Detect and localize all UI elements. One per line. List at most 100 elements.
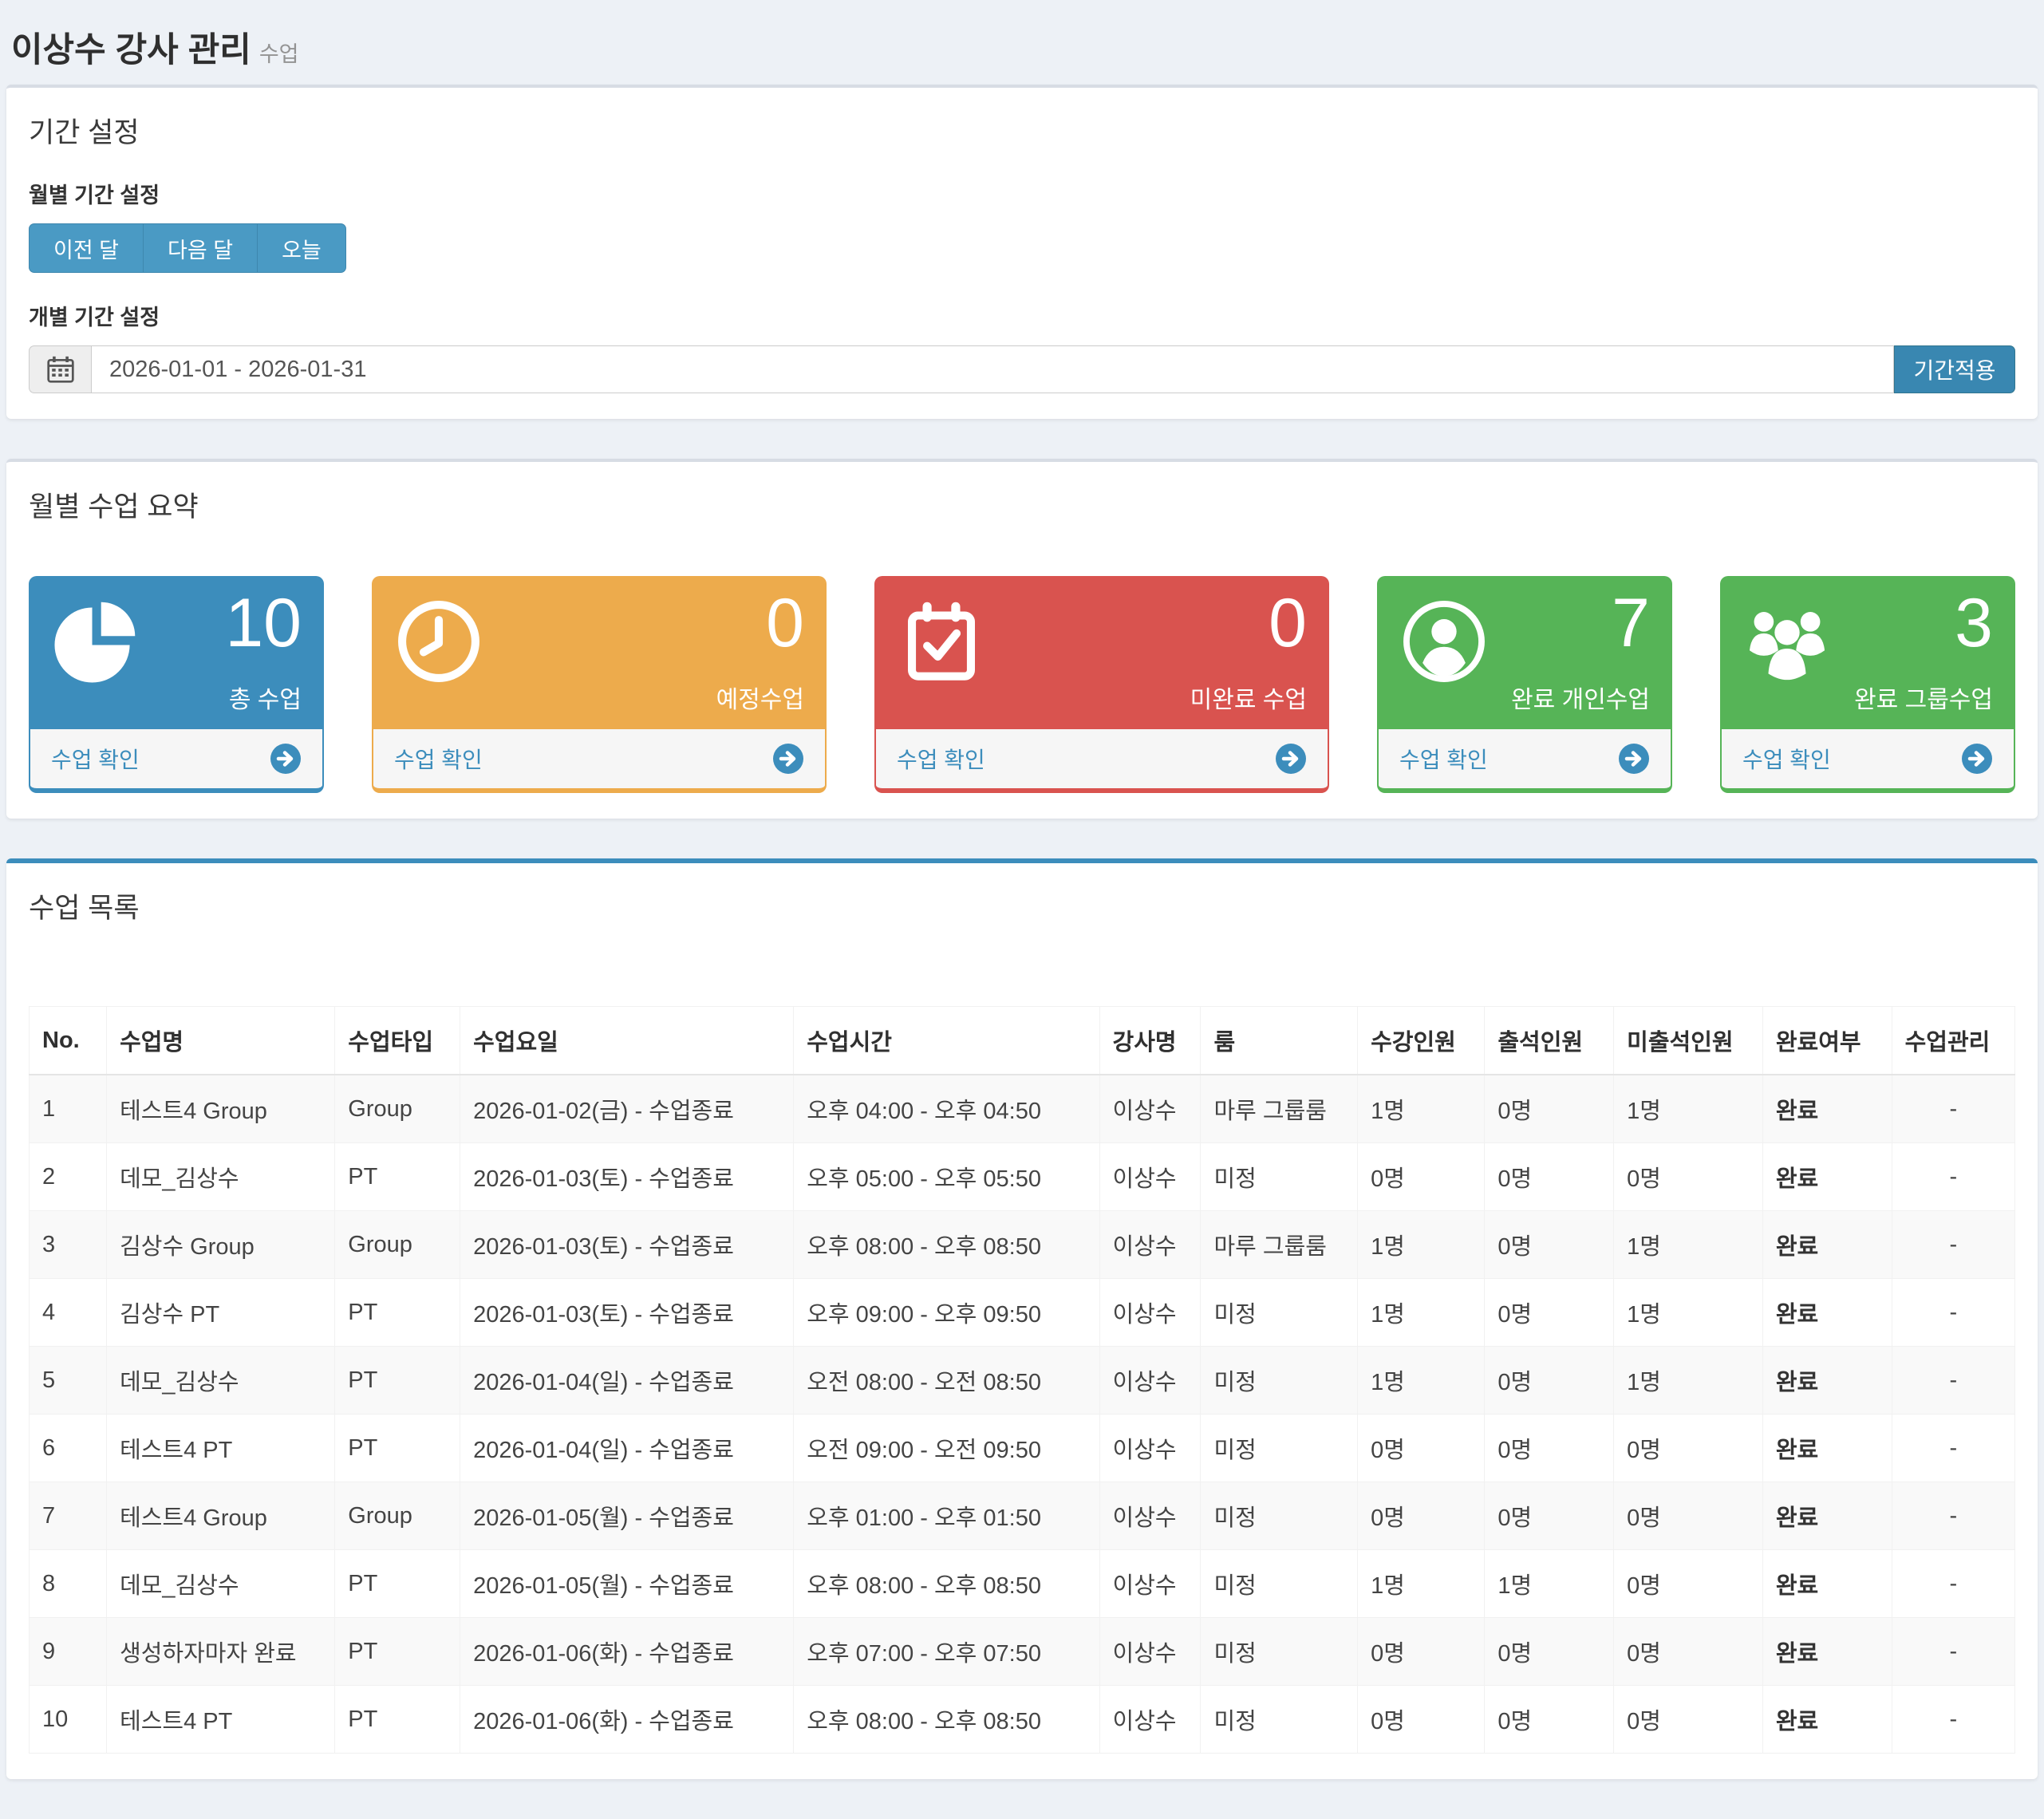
table-cell: 마루 그룹룸 [1201,1075,1358,1143]
table-cell: 6 [30,1415,107,1482]
table-row: 10테스트4 PTPT2026-01-06(화) - 수업종료오후 08:00 … [30,1686,2015,1754]
summary-card: 0 미완료 수업 수업 확인 [874,576,1329,793]
column-header: 룸 [1201,1007,1358,1075]
arrow-circle-right-icon[interactable] [772,743,804,775]
table-row: 2데모_김상수PT2026-01-03(토) - 수업종료오후 05:00 - … [30,1143,2015,1211]
column-header: 미출석인원 [1614,1007,1763,1075]
table-cell: 0명 [1614,1415,1763,1482]
arrow-circle-right-icon[interactable] [1275,743,1307,775]
apply-period-button[interactable]: 기간적용 [1894,345,2015,393]
class-list-panel: 수업 목록 No.수업명수업타입수업요일수업시간강사명룸수강인원출석인원미출석인… [6,858,2038,1779]
table-cell: 이상수 [1099,1075,1201,1143]
table-cell: 0명 [1485,1347,1614,1415]
summary-card: 10 총 수업 수업 확인 [29,576,324,793]
view-classes-link[interactable]: 수업 확인 [1742,743,1831,775]
total-classes-card-body: 10 총 수업 [30,578,322,729]
monthly-period-label: 월별 기간 설정 [29,178,2015,209]
table-cell: 2026-01-03(토) - 수업종료 [460,1211,794,1279]
table-cell: 0명 [1358,1143,1485,1211]
table-cell: 0명 [1485,1075,1614,1143]
person-icon [1399,597,1489,686]
column-header: 수업시간 [794,1007,1099,1075]
table-cell: 오전 09:00 - 오전 09:50 [794,1415,1099,1482]
table-cell: 테스트4 PT [107,1415,335,1482]
scheduled-classes-label: 예정수업 [716,680,804,715]
table-cell: PT [335,1415,460,1482]
table-cell: 7 [30,1482,107,1550]
table-row: 9생성하자마자 완료PT2026-01-06(화) - 수업종료오후 07:00… [30,1618,2015,1686]
table-cell: - [1892,1686,2014,1754]
calendar-check-icon [897,597,986,686]
table-cell: - [1892,1075,2014,1143]
table-cell: 0명 [1358,1686,1485,1754]
view-classes-link[interactable]: 수업 확인 [897,743,985,775]
completed-group-value: 3 [1955,584,1993,663]
card-footer: 수업 확인 [30,729,322,788]
table-cell: Group [335,1482,460,1550]
next-month-button[interactable]: 다음 달 [143,223,257,273]
table-cell: 이상수 [1099,1143,1201,1211]
prev-month-button[interactable]: 이전 달 [29,223,143,273]
monthly-summary-panel: 월별 수업 요약 10 총 수업 수업 확인 [6,459,2038,819]
period-panel-title: 기간 설정 [29,110,2015,151]
completed-group-card-body: 3 완료 그룹수업 [1722,578,2014,729]
table-cell: 마루 그룹룸 [1201,1211,1358,1279]
completed-personal-value: 7 [1612,584,1650,663]
table-cell: 0명 [1485,1618,1614,1686]
column-header: 강사명 [1099,1007,1201,1075]
view-classes-link[interactable]: 수업 확인 [51,743,140,775]
today-button[interactable]: 오늘 [257,223,346,273]
table-cell: 3 [30,1211,107,1279]
table-cell: 9 [30,1618,107,1686]
completed-personal-label: 완료 개인수업 [1511,680,1650,715]
arrow-circle-right-icon[interactable] [1618,743,1650,775]
table-cell: 완료 [1762,1618,1892,1686]
table-cell: - [1892,1482,2014,1550]
arrow-circle-right-icon[interactable] [270,743,302,775]
table-cell: 0명 [1614,1482,1763,1550]
table-cell: 완료 [1762,1211,1892,1279]
incomplete-classes-card-body: 0 미완료 수업 [876,578,1328,729]
table-row: 3김상수 GroupGroup2026-01-03(토) - 수업종료오후 08… [30,1211,2015,1279]
view-classes-link[interactable]: 수업 확인 [1399,743,1488,775]
table-cell: 0명 [1485,1482,1614,1550]
column-header: No. [30,1007,107,1075]
table-cell: 10 [30,1686,107,1754]
table-cell: 2 [30,1143,107,1211]
table-cell: 0명 [1614,1686,1763,1754]
table-cell: PT [335,1618,460,1686]
arrow-circle-right-icon[interactable] [1961,743,1993,775]
table-cell: 오후 08:00 - 오후 08:50 [794,1211,1099,1279]
table-cell: 오전 08:00 - 오전 08:50 [794,1347,1099,1415]
table-cell: 미정 [1201,1347,1358,1415]
table-cell: 1명 [1358,1211,1485,1279]
table-cell: 이상수 [1099,1347,1201,1415]
column-header: 수업타입 [335,1007,460,1075]
table-cell: 0명 [1485,1279,1614,1347]
table-cell: 이상수 [1099,1550,1201,1618]
table-cell: 미정 [1201,1279,1358,1347]
table-cell: 0명 [1485,1415,1614,1482]
incomplete-classes-value: 0 [1269,584,1307,663]
table-cell: 2026-01-04(일) - 수업종료 [460,1347,794,1415]
total-classes-value: 10 [225,584,302,663]
table-cell: 1 [30,1075,107,1143]
summary-cards-row: 10 총 수업 수업 확인 0 [29,576,2015,793]
column-header: 수업관리 [1892,1007,2014,1075]
summary-card: 7 완료 개인수업 수업 확인 [1377,576,1672,793]
clock-icon [394,597,483,686]
table-row: 1테스트4 GroupGroup2026-01-02(금) - 수업종료오후 0… [30,1075,2015,1143]
table-cell: Group [335,1211,460,1279]
table-cell: 완료 [1762,1075,1892,1143]
table-cell: 오후 01:00 - 오후 01:50 [794,1482,1099,1550]
view-classes-link[interactable]: 수업 확인 [394,743,483,775]
table-cell: 김상수 Group [107,1211,335,1279]
table-cell: - [1892,1279,2014,1347]
column-header: 수업요일 [460,1007,794,1075]
table-cell: 테스트4 Group [107,1075,335,1143]
column-header: 수강인원 [1358,1007,1485,1075]
table-cell: 완료 [1762,1143,1892,1211]
date-range-input[interactable] [91,345,1894,393]
table-cell: 미정 [1201,1415,1358,1482]
table-cell: 데모_김상수 [107,1143,335,1211]
